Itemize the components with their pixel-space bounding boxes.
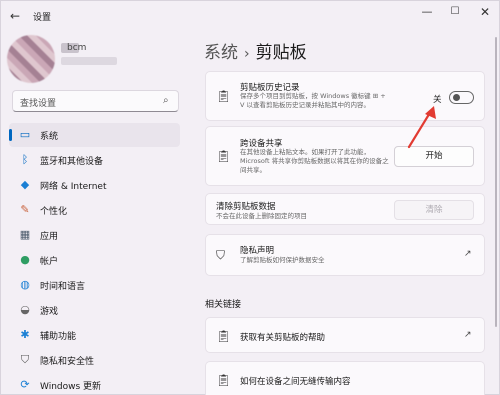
sidebar-item-label: 游戏 [40,307,59,317]
clipboard-icon: 📋︎ [216,89,232,103]
globe-clock-icon: ◍ [20,278,30,291]
scrollbar[interactable] [495,37,497,327]
card-title: 隐私声明 [240,246,275,256]
clipboard-icon: 📋︎ [216,373,232,387]
maximize-button[interactable]: ☐ [441,3,469,21]
shield-icon: ⛉ [216,248,226,262]
annotation-arrow-icon [407,106,436,149]
clipboard-history-toggle[interactable] [449,91,474,104]
card-description: 了解剪贴板如何保护数据安全 [240,256,325,264]
external-link-icon: ↗ [464,249,472,259]
title-bar: ← 设置 — ☐ ✕ [1,1,500,31]
related-link-transfer[interactable]: 📋︎ 如何在设备之间无缝传输内容 [205,361,485,395]
close-button[interactable]: ✕ [471,3,499,21]
update-icon: ⟳ [20,378,30,391]
sidebar-item-gaming[interactable]: ◒ 游戏 [9,298,180,322]
sidebar-item-label: 系统 [40,132,59,142]
settings-window: ← 设置 — ☐ ✕ bcm 查找设置 ⌕ ▭ 系统 ᛒ 蓝牙和其他设备 ◆ 网… [0,0,500,395]
minimize-button[interactable]: — [413,3,441,21]
page-title: 剪贴板 [255,43,307,63]
card-description: 保存多个项目到剪贴板，按 Windows 徽标键 ⊞ + V 以查看剪贴板历史记… [240,92,386,109]
sidebar-item-time-language[interactable]: ◍ 时间和语言 [9,273,180,297]
card-description: 在其他设备上粘贴文本。如果打开了此功能，Microsoft 将共享你剪贴板数据以… [240,148,389,174]
privacy-statement-card[interactable]: ⛉ 隐私声明 了解剪贴板如何保护数据安全 ↗ [205,234,485,276]
related-link-label: 获取有关剪贴板的帮助 [240,333,326,343]
related-link-help[interactable]: 📋︎ 获取有关剪贴板的帮助 ↗ [205,317,485,353]
account-name: bcm [67,43,87,53]
toggle-knob [453,94,460,101]
brush-icon: ✎ [20,203,30,216]
search-placeholder: 查找设置 [20,99,57,109]
sidebar-item-privacy[interactable]: ⛉ 隐私和安全性 [9,348,180,372]
breadcrumb-separator: › [244,46,250,62]
sidebar-item-label: 隐私和安全性 [40,357,95,367]
sidebar-item-label: 网络 & Internet [40,182,107,192]
sidebar-item-accounts[interactable]: ● 帐户 [9,248,180,272]
sidebar-item-label: 应用 [40,232,59,242]
person-icon: ● [20,253,30,266]
breadcrumb: 系统 › 剪贴板 [204,38,307,63]
card-description: 不会在此设备上删除固定的项目 [216,212,307,220]
sidebar-item-label: 个性化 [40,207,68,217]
clipboard-sync-icon: 📋︎ [216,149,232,163]
sidebar-item-label: 辅助功能 [40,332,77,342]
sidebar-item-label: 时间和语言 [40,282,86,292]
toggle-state-label: 关 [433,95,442,105]
clipboard-sync-card: 📋︎ 跨设备共享 在其他设备上粘贴文本。如果打开了此功能，Microsoft 将… [205,126,485,186]
gamepad-icon: ◒ [20,303,30,316]
sidebar-item-label: 帐户 [40,257,59,267]
clipboard-icon: 📋︎ [216,329,232,343]
avatar[interactable] [7,35,55,83]
sidebar-item-label: Windows 更新 [40,382,102,392]
clear-button[interactable]: 清除 [394,200,474,220]
clear-clipboard-card: 清除剪贴板数据 不会在此设备上删除固定的项目 清除 [205,193,485,225]
search-icon[interactable]: ⌕ [163,95,169,106]
active-indicator [9,129,12,141]
sidebar-item-apps[interactable]: ▦ 应用 [9,223,180,247]
account-email-redacted [61,57,117,65]
wifi-icon: ◆ [20,178,30,191]
accessibility-icon: ✱ [20,328,30,341]
sidebar-item-system[interactable]: ▭ 系统 [9,123,180,147]
clipboard-history-card: 📋︎ 剪贴板历史记录 保存多个项目到剪贴板，按 Windows 徽标键 ⊞ + … [205,71,485,121]
sidebar-item-network[interactable]: ◆ 网络 & Internet [9,173,180,197]
external-link-icon: ↗ [464,330,472,340]
bluetooth-icon: ᛒ [21,153,29,166]
sidebar-item-windows-update[interactable]: ⟳ Windows 更新 [9,373,180,395]
apps-icon: ▦ [19,228,31,241]
back-arrow-icon[interactable]: ← [7,9,23,23]
search-input[interactable]: 查找设置 ⌕ [12,90,179,112]
sidebar-item-personalization[interactable]: ✎ 个性化 [9,198,180,222]
sidebar-item-label: 蓝牙和其他设备 [40,157,104,167]
shield-icon: ⛉ [20,353,30,366]
related-links-heading: 相关链接 [205,300,242,310]
card-title: 清除剪贴板数据 [216,202,276,212]
app-title: 设置 [33,13,52,23]
breadcrumb-parent[interactable]: 系统 [204,43,238,63]
related-link-label: 如何在设备之间无缝传输内容 [240,377,351,387]
monitor-icon: ▭ [19,128,31,141]
sidebar-item-accessibility[interactable]: ✱ 辅助功能 [9,323,180,347]
sidebar-item-bluetooth[interactable]: ᛒ 蓝牙和其他设备 [9,148,180,172]
